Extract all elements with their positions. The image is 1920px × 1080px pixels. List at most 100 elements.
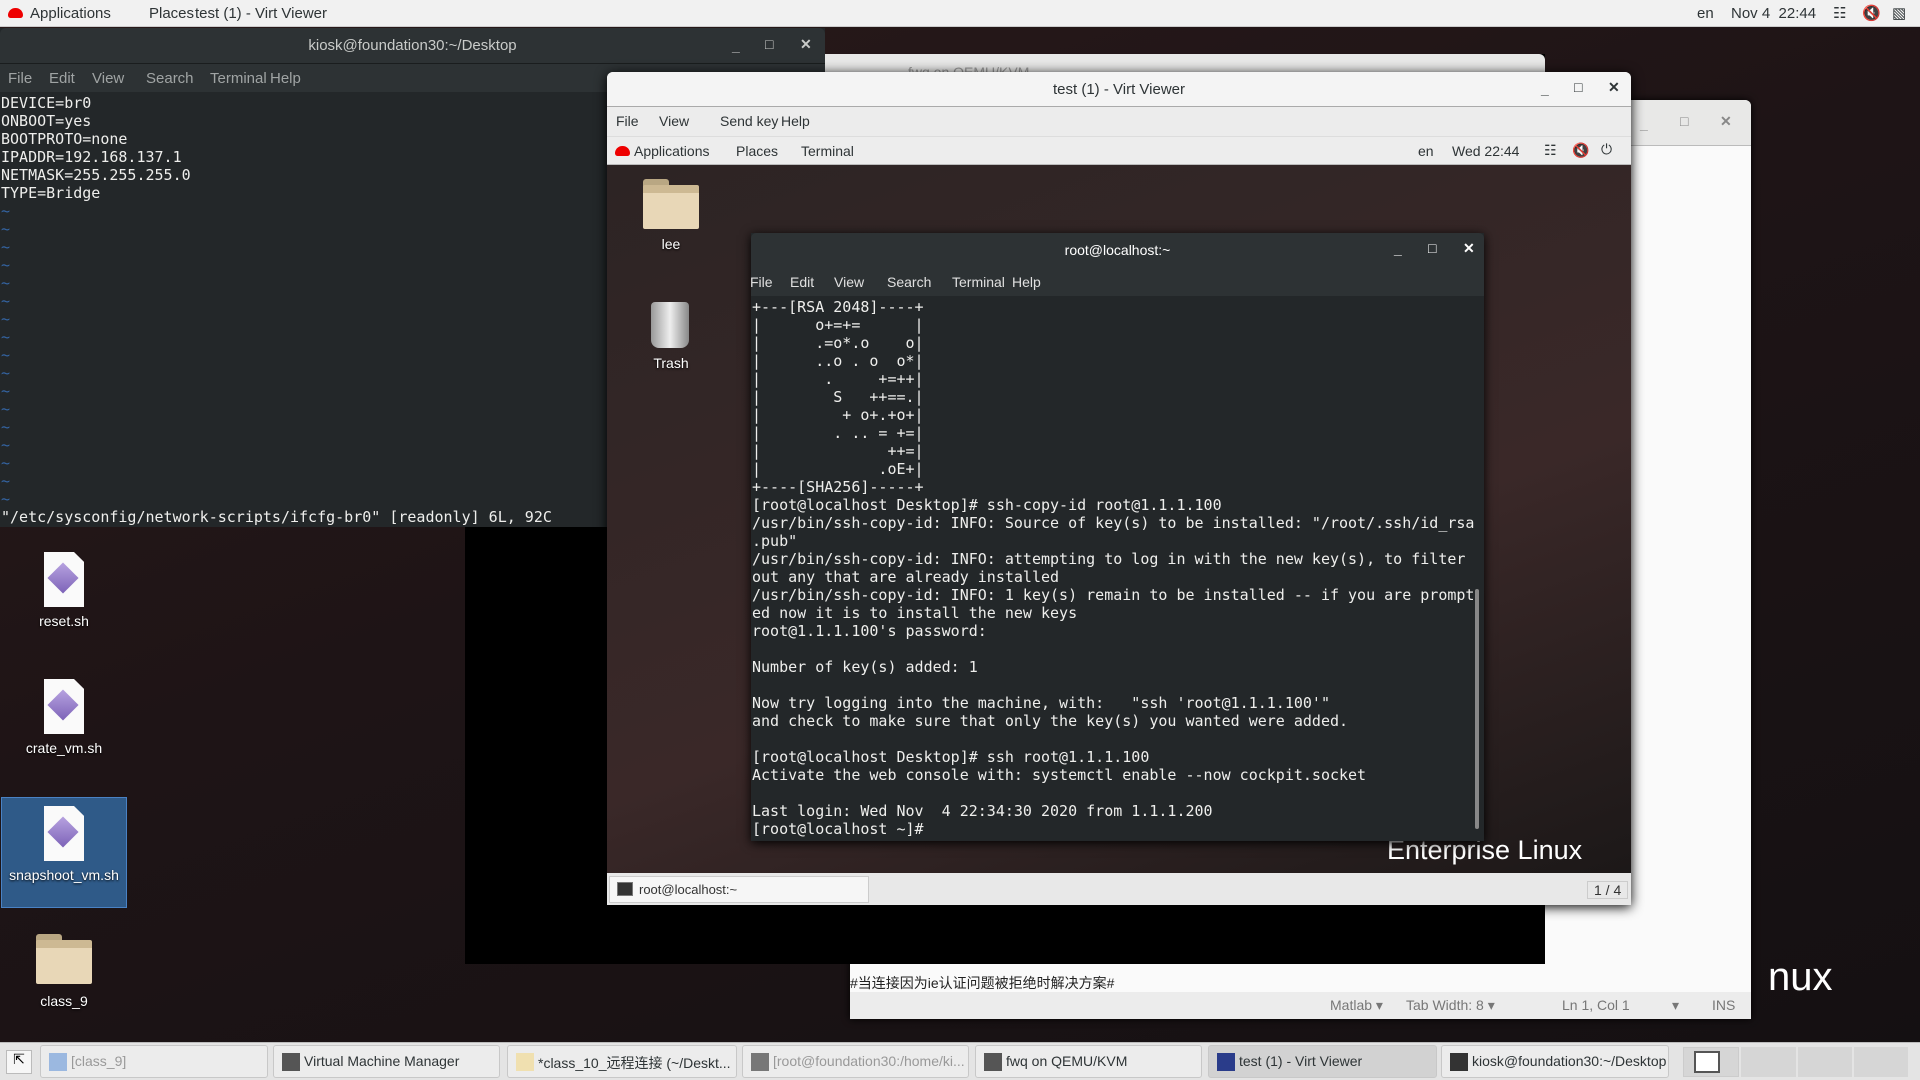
guest-icon-label[interactable]: Trash [608, 355, 734, 371]
guest-language[interactable]: en [1418, 143, 1434, 159]
network-icon[interactable]: ☷ [1833, 4, 1846, 22]
workspace-3[interactable] [1797, 1047, 1852, 1077]
maximize-button[interactable]: □ [1574, 79, 1582, 95]
desktop-icon-label[interactable]: snapshoot_vm.sh [1, 867, 127, 883]
language-indicator[interactable]: en [1697, 5, 1714, 22]
chevron-down-icon[interactable]: ▾ [1672, 997, 1679, 1014]
power-icon[interactable]: ⏻ [1601, 141, 1612, 158]
home-folder-icon[interactable] [643, 179, 699, 229]
guest-display[interactable]: Applications Places Terminal en Wed 22:4… [607, 137, 1631, 873]
terminal-output[interactable]: +---[RSA 2048]----+ | o+=+= | | .=o*.o o| |… [752, 298, 1474, 838]
terminal-line: +----[SHA256]-----+ [752, 478, 924, 496]
terminal-line: | + o+.+o+| [752, 406, 924, 424]
guest-task-item[interactable]: root@localhost:~ [609, 876, 869, 903]
trash-icon[interactable] [651, 302, 689, 348]
desktop-icon-label[interactable]: class_9 [1, 993, 127, 1009]
battery-icon[interactable]: ▧ [1892, 4, 1906, 22]
app-icon [1217, 1053, 1235, 1071]
show-desktop-button[interactable]: ⇱ [6, 1050, 32, 1074]
minimize-button[interactable]: _ [1394, 241, 1402, 257]
desktop-icon-label[interactable]: reset.sh [1, 613, 127, 629]
menu-item[interactable]: Send key [720, 113, 778, 129]
close-button[interactable]: ✕ [1463, 240, 1475, 257]
wallpaper-text: nux [1768, 955, 1833, 999]
guest-clock[interactable]: Wed 22:44 [1452, 143, 1519, 159]
workspace-4[interactable] [1853, 1047, 1908, 1077]
guest-icon-label[interactable]: lee [608, 236, 734, 252]
terminal-line: ~ [1, 202, 11, 220]
minimize-button[interactable]: _ [732, 38, 740, 54]
menu-item[interactable]: Terminal [952, 274, 1005, 290]
places-menu[interactable]: Places [149, 5, 194, 22]
network-icon[interactable]: ☷ [1544, 142, 1557, 159]
menu-item[interactable]: View [834, 274, 864, 290]
guest-terminal-menubar: File Edit View Search Terminal Help [750, 268, 1484, 296]
workspace-switcher[interactable] [1683, 1047, 1908, 1077]
clock[interactable]: Nov 4 22:44 [1731, 5, 1816, 22]
guest-applications-menu[interactable]: Applications [634, 143, 710, 159]
terminal-line: ~ [1, 418, 11, 436]
folder-icon[interactable] [36, 934, 92, 984]
maximize-button[interactable]: □ [1428, 240, 1436, 256]
maximize-button[interactable]: □ [765, 36, 773, 52]
minimize-button[interactable]: _ [1541, 81, 1549, 97]
editor-text-line[interactable]: #当连接因为ie认证问题被拒绝时解决方案# [850, 973, 1590, 994]
taskbar-item[interactable]: *class_10_远程连接 (~/Deskt... [507, 1045, 737, 1078]
terminal-line: ONBOOT=yes [1, 112, 92, 130]
taskbar-item-label: test (1) - Virt Viewer [1239, 1053, 1363, 1069]
minimize-button[interactable]: _ [1640, 116, 1648, 132]
maximize-button[interactable]: □ [1680, 113, 1688, 129]
guest-topbar: Applications Places Terminal en Wed 22:4… [607, 137, 1631, 165]
terminal-line: IPADDR=192.168.137.1 [1, 148, 182, 166]
menu-item[interactable]: Edit [790, 274, 814, 290]
scrollbar[interactable] [1475, 589, 1479, 829]
window-title: kiosk@foundation30:~/Desktop [308, 37, 517, 54]
taskbar-item-label: *class_10_远程连接 (~/Deskt... [538, 1055, 731, 1071]
terminal-line: ~ [1, 292, 11, 310]
taskbar-item[interactable]: kiosk@foundation30:~/Desktop [1441, 1045, 1669, 1078]
active-window-label[interactable]: test (1) - Virt Viewer [195, 5, 327, 22]
taskbar-item[interactable]: fwq on QEMU/KVM [975, 1045, 1202, 1078]
menu-item[interactable]: File [750, 274, 773, 290]
workspace-indicator[interactable]: 1 / 4 [1587, 881, 1629, 899]
menu-item[interactable]: Help [270, 70, 301, 87]
close-button[interactable]: ✕ [1608, 79, 1620, 96]
close-button[interactable]: ✕ [800, 36, 812, 53]
menu-item[interactable]: Help [1012, 274, 1041, 290]
volume-muted-icon[interactable]: 🔇 [1572, 142, 1589, 159]
taskbar-item[interactable]: Virtual Machine Manager [273, 1045, 500, 1078]
taskbar-item[interactable]: [root@foundation30:/home/ki... [742, 1045, 969, 1078]
menu-item[interactable]: Help [781, 113, 810, 129]
tab-width-selector[interactable]: Tab Width: 8 ▾ [1406, 997, 1495, 1014]
terminal-line: and check to make sure that only the key… [752, 712, 1349, 730]
menu-item[interactable]: Terminal [210, 70, 267, 87]
cursor-position[interactable]: Ln 1, Col 1 [1562, 997, 1630, 1013]
menu-item[interactable]: Search [146, 70, 194, 87]
workspace-1[interactable] [1683, 1047, 1740, 1077]
script-file-icon[interactable] [44, 806, 84, 861]
script-file-icon[interactable] [44, 679, 84, 734]
tab-width-label: Tab Width: 8 [1406, 997, 1484, 1013]
menu-item[interactable]: View [92, 70, 124, 87]
terminal-output[interactable]: DEVICE=br0 ONBOOT=yes BOOTPROTO=none IPADDR… [1, 94, 191, 508]
guest-places-menu[interactable]: Places [736, 143, 778, 159]
terminal-line: | ..o . o o*| [752, 352, 924, 370]
guest-terminal-app[interactable]: Terminal [801, 143, 854, 159]
close-button[interactable]: ✕ [1720, 113, 1732, 130]
volume-muted-icon[interactable]: 🔇 [1862, 4, 1881, 22]
script-file-icon[interactable] [44, 552, 84, 607]
menu-item[interactable]: Search [887, 274, 931, 290]
terminal-line: DEVICE=br0 [1, 94, 92, 112]
terminal-line: +---[RSA 2048]----+ [752, 298, 924, 316]
taskbar-item[interactable]: test (1) - Virt Viewer [1208, 1045, 1437, 1078]
desktop-icon-label[interactable]: crate_vm.sh [1, 740, 127, 756]
workspace-2[interactable] [1741, 1047, 1796, 1077]
taskbar-item[interactable]: [class_9] [40, 1045, 268, 1078]
applications-menu[interactable]: Applications [30, 5, 111, 22]
menu-item[interactable]: File [616, 113, 639, 129]
menu-item[interactable]: File [8, 70, 32, 87]
language-selector[interactable]: Matlab ▾ [1330, 997, 1383, 1014]
menu-item[interactable]: View [659, 113, 689, 129]
menu-item[interactable]: Edit [49, 70, 75, 87]
